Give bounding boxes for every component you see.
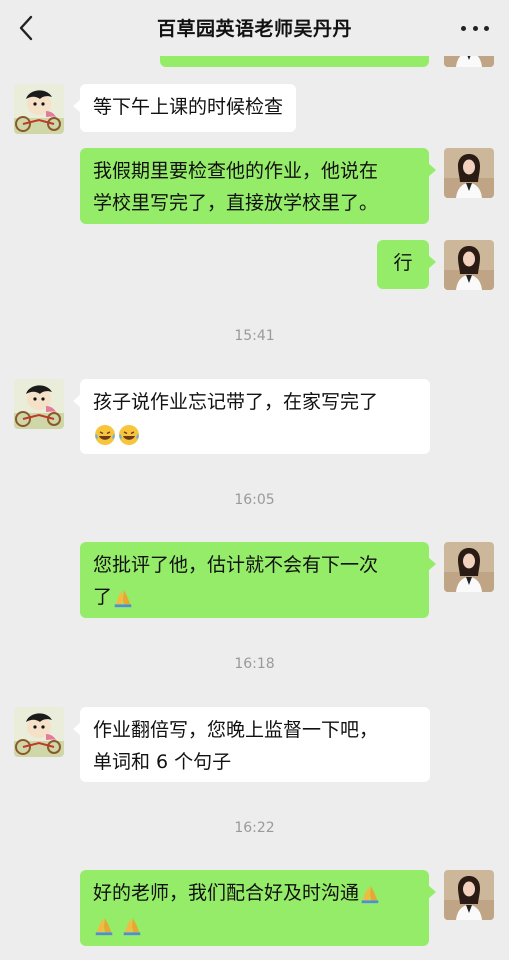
message-line: 单词和 6 个句子	[93, 751, 232, 773]
received-message-bubble[interactable]: 等下午上课的时候检查	[72, 84, 297, 132]
woman-avatar-icon	[444, 240, 494, 290]
received-message-bubble[interactable]: 作业翻倍写，您晚上监督一下吧， 单词和 6 个句子	[73, 707, 430, 782]
chat-title: 百草园英语老师吴丹丹	[156, 18, 352, 40]
cartoon-child-icon	[14, 379, 64, 429]
student-avatar[interactable]	[14, 379, 64, 429]
cartoon-child-icon	[14, 84, 64, 134]
cartoon-child-icon	[14, 707, 64, 757]
teacher-avatar[interactable]	[444, 148, 494, 198]
message-line-with-emoji: 好的老师，我们配合好及时沟通	[93, 877, 416, 909]
received-message-bubble[interactable]: 孩子说作业忘记带了，在家写完了	[73, 379, 430, 454]
praying-hands-emoji-icon	[95, 917, 113, 935]
chat-header: 百草园英语老师吴丹丹	[0, 0, 509, 56]
praying-hands-emoji-icon	[123, 917, 141, 935]
message-line-with-emoji: 了	[93, 581, 416, 613]
timestamp: 16:18	[234, 656, 275, 672]
woman-avatar-icon	[444, 542, 494, 592]
emoji-line	[93, 909, 416, 941]
message-line: 您批评了他，估计就不会有下一次	[93, 554, 379, 576]
teacher-avatar[interactable]	[444, 240, 494, 290]
message-line: 孩子说作业忘记带了，在家写完了	[93, 391, 379, 413]
message-line: 作业翻倍写，您晚上监督一下吧，	[93, 719, 379, 741]
more-options-button[interactable]	[461, 25, 489, 33]
message-line: 我假期里要检查他的作业，他说在	[93, 160, 379, 182]
student-avatar[interactable]	[14, 707, 64, 757]
message-text: 行	[393, 252, 413, 274]
chat-area[interactable]: 等下午上课的时候检查 我假期里要检查他的作业，他说在 学校里写完了，直接放学校里…	[0, 0, 509, 960]
praying-hands-emoji-icon	[361, 885, 379, 903]
timestamp: 15:41	[234, 328, 275, 344]
student-avatar[interactable]	[14, 84, 64, 134]
laughing-tears-emoji-icon	[95, 424, 115, 445]
timestamp: 16:05	[234, 492, 275, 508]
sent-message-bubble[interactable]: 好的老师，我们配合好及时沟通	[80, 870, 436, 946]
message-line: 学校里写完了，直接放学校里了。	[93, 192, 379, 214]
message-text: 好的老师，我们配合好及时沟通	[93, 882, 360, 904]
message-text: 等下午上课的时候检查	[93, 96, 284, 118]
laughing-tears-emoji-icon	[119, 424, 139, 445]
woman-avatar-icon	[444, 870, 494, 920]
message-text: 了	[93, 586, 113, 608]
teacher-avatar[interactable]	[444, 542, 494, 592]
praying-hands-emoji-icon	[114, 589, 132, 607]
teacher-avatar[interactable]	[444, 870, 494, 920]
sent-message-bubble[interactable]: 您批评了他，估计就不会有下一次 了	[80, 542, 436, 618]
more-dots-icon	[461, 26, 466, 31]
timestamp: 16:22	[234, 820, 275, 836]
emoji-line	[93, 418, 417, 450]
woman-avatar-icon	[444, 148, 494, 198]
sent-message-bubble[interactable]: 我假期里要检查他的作业，他说在 学校里写完了，直接放学校里了。	[80, 148, 436, 224]
sent-message-bubble[interactable]: 行	[377, 240, 436, 289]
